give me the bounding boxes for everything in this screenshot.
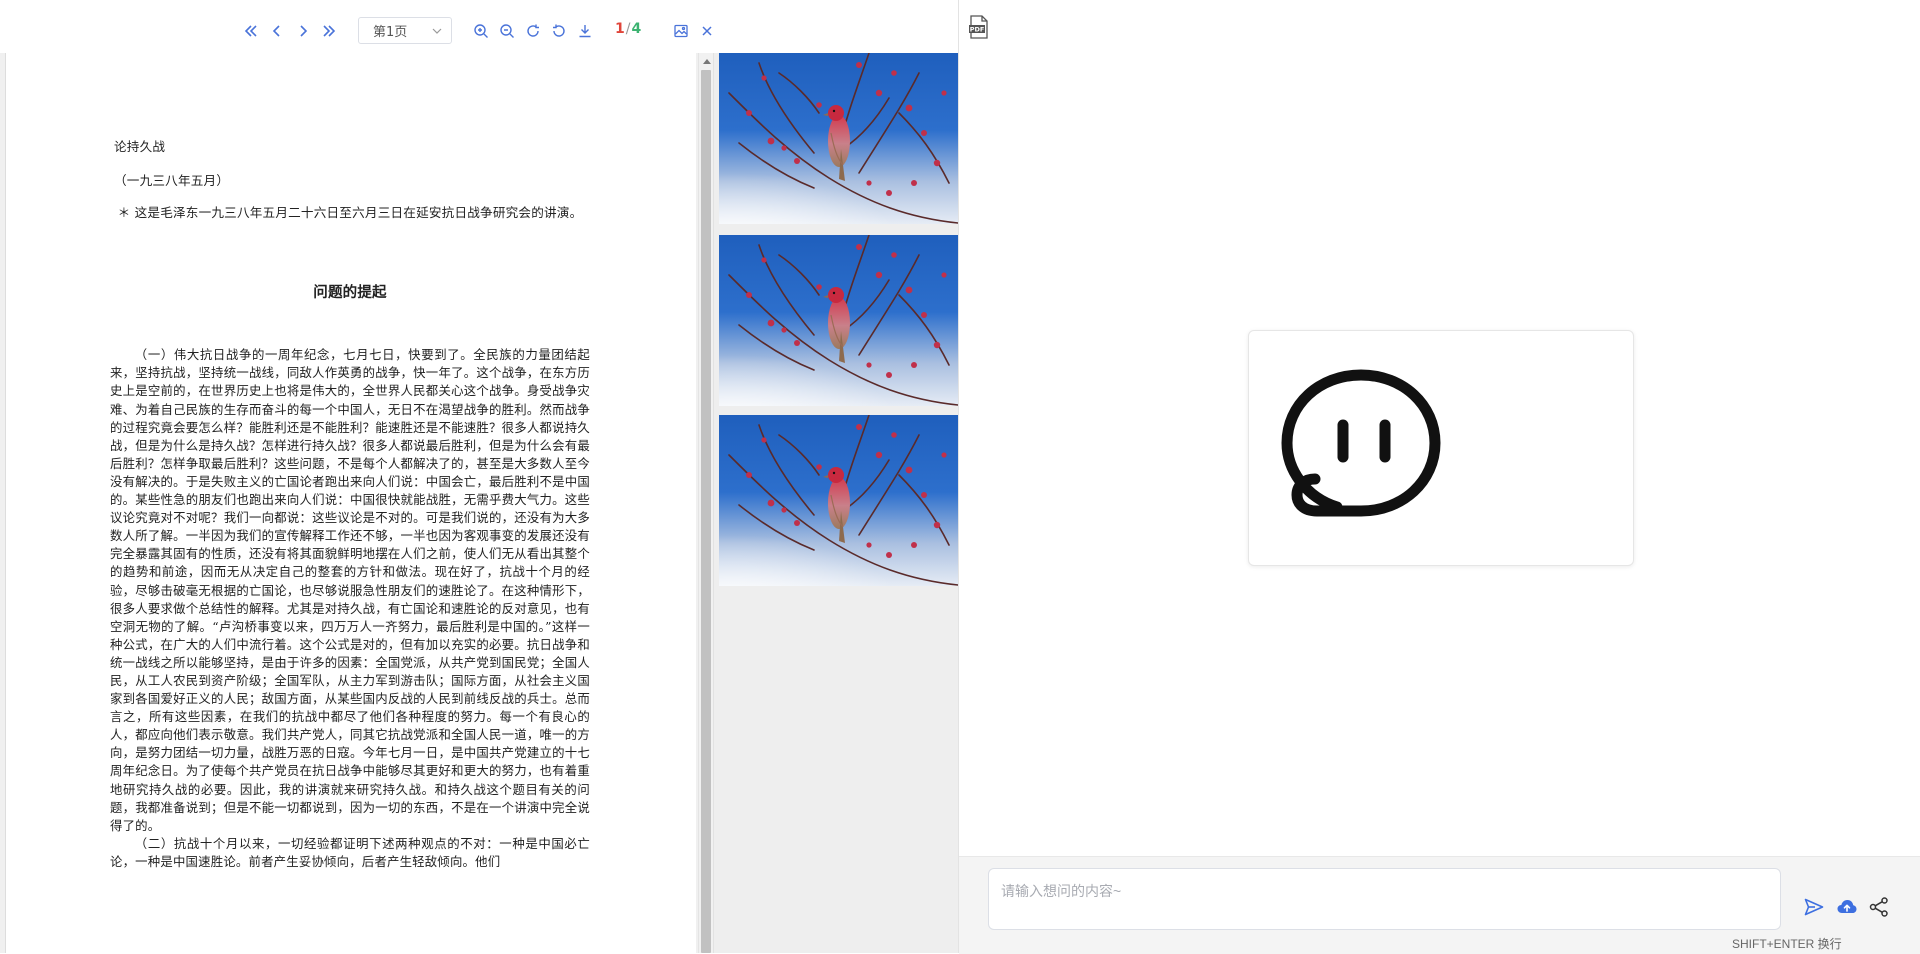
chevron-down-icon [432,28,442,34]
upload-cloud-icon[interactable] [1834,894,1860,920]
pdf-viewer: 第1页 1/4 论持久战 （一九三八年五月） ＊ 这是毛泽东一九三八年五月二十六… [0,0,959,953]
document-text: 论持久战 （一九三八年五月） ＊ 这是毛泽东一九三八年五月二十六日至六月三日在延… [110,138,590,871]
current-page: 1 [615,21,626,37]
share-icon[interactable] [1866,894,1892,920]
prev-page-icon[interactable] [266,20,288,42]
rotate-ccw-icon[interactable] [548,20,570,42]
page-thumbnail[interactable] [719,415,958,586]
rotate-cw-icon[interactable] [522,20,544,42]
page-select-value: 第1页 [373,25,408,40]
page-select[interactable]: 第1页 [358,17,452,44]
document-title: 论持久战 [114,139,166,154]
last-page-icon[interactable] [318,20,340,42]
page-thumbnail[interactable] [719,53,958,224]
pdf-icon-label: PDF [970,26,985,34]
close-icon[interactable] [696,20,718,42]
paragraph: （二）抗战十个月以来，一切经验都证明下述两种观点的不对：一种是中国必亡论，一种是… [110,835,590,869]
thumbnail-toggle-icon[interactable] [670,20,692,42]
bird-image [719,53,958,224]
first-page-icon[interactable] [240,20,262,42]
thumbnail-panel [713,53,959,953]
pdf-toolbar: 第1页 1/4 [0,0,958,53]
body-paragraphs: （一）伟大抗日战争的一周年纪念，七月七日，快要到了。全民族的力量团结起来，坚持抗… [110,346,590,871]
send-icon[interactable] [1801,894,1827,920]
document-date: （一九三八年五月） [114,173,230,189]
next-page-icon[interactable] [292,20,314,42]
newline-hint: SHIFT+ENTER 换行 [1732,937,1842,951]
chat-input[interactable] [988,868,1781,930]
empty-chat-card [1248,330,1634,566]
chat-input-bar: SHIFT+ENTER 换行 [959,856,1920,954]
scroll-up-arrow[interactable] [703,59,711,64]
page-thumbnail[interactable] [719,235,958,406]
zoom-out-icon[interactable] [496,20,518,42]
document-area[interactable]: 论持久战 （一九三八年五月） ＊ 这是毛泽东一九三八年五月二十六日至六月三日在延… [0,53,700,953]
paragraph: （一）伟大抗日战争的一周年纪念，七月七日，快要到了。全民族的力量团结起来，坚持抗… [110,347,590,833]
section-heading: 问题的提起 [313,284,387,302]
total-pages: 4 [631,21,643,37]
chat-panel: PDF SHIFT+ENTER 换行 [959,0,1920,954]
document-scrollbar[interactable] [698,53,714,953]
bird-image [719,235,958,406]
page-counter: 1/4 [615,21,642,37]
pdf-file-icon[interactable]: PDF [968,15,990,39]
scrollbar-thumb[interactable] [701,70,711,953]
document-note: ＊ 这是毛泽东一九三八年五月二十六日至六月三日在延安抗日战争研究会的讲演。 [117,205,583,221]
zoom-in-icon[interactable] [470,20,492,42]
pdf-page: 论持久战 （一九三八年五月） ＊ 这是毛泽东一九三八年五月二十六日至六月三日在延… [5,53,696,953]
download-icon[interactable] [574,20,596,42]
bird-image [719,415,958,586]
chat-bubble-icon [1281,369,1441,517]
